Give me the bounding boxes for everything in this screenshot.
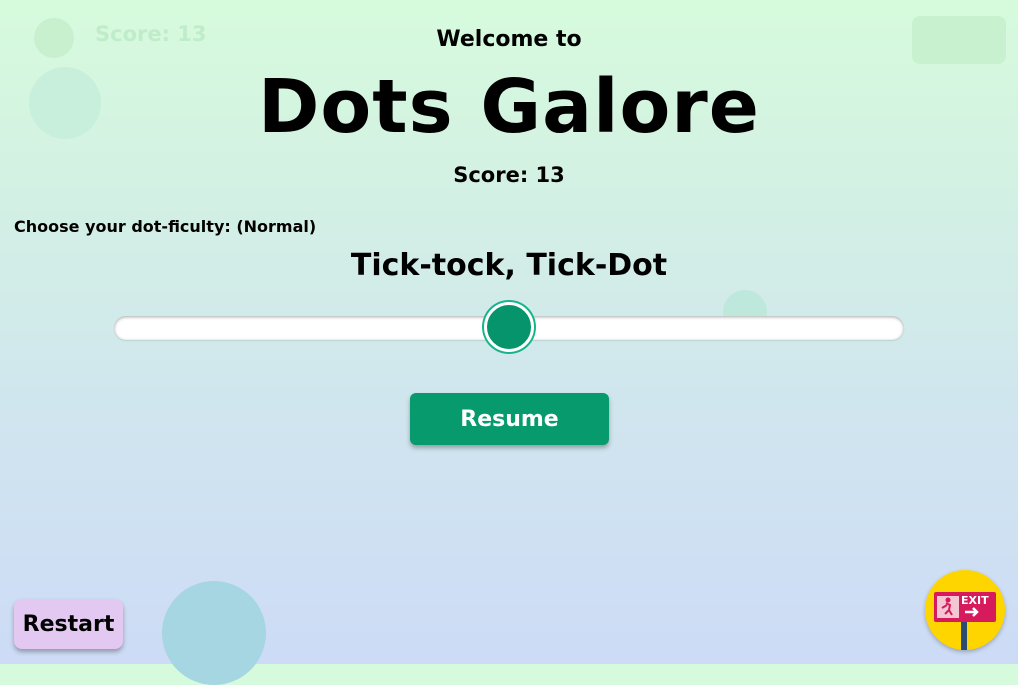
game-title: Dots Galore xyxy=(257,64,760,150)
exit-sign-icon: EXIT xyxy=(934,592,996,650)
score-text: Score: 13 xyxy=(453,163,565,187)
restart-button[interactable]: Restart xyxy=(14,599,123,649)
exit-button[interactable]: EXIT xyxy=(925,570,1005,650)
resume-button[interactable]: Resume xyxy=(410,393,609,445)
difficulty-slider-thumb[interactable] xyxy=(484,302,534,352)
background-dot xyxy=(162,581,266,685)
welcome-text: Welcome to xyxy=(436,27,582,52)
difficulty-level-name: Tick-tock, Tick-Dot xyxy=(350,248,668,283)
difficulty-label: Choose your dot-ficulty: (Normal) xyxy=(14,217,317,236)
exit-sign-text: EXIT xyxy=(961,594,989,607)
